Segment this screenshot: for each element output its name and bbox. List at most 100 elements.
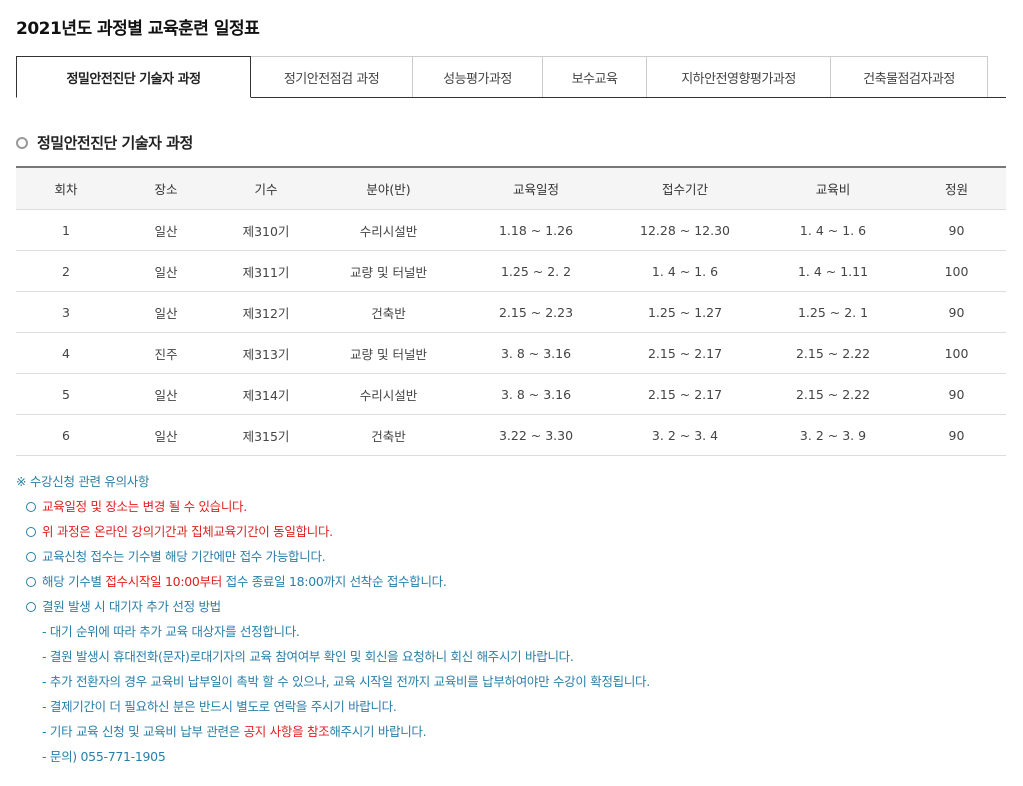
header-fee-period: 교육비 [759, 167, 907, 210]
cell-round: 6 [16, 414, 116, 456]
note-text: 접수 종료일 18:00까지 선착순 접수합니다. [221, 574, 447, 589]
cell-application-period: 2.15 ~ 2.17 [611, 332, 759, 374]
cell-capacity: 100 [907, 332, 1006, 374]
cell-round: 4 [16, 332, 116, 374]
header-cohort: 기수 [216, 167, 316, 210]
cell-location: 일산 [116, 373, 216, 415]
header-round: 회차 [16, 167, 116, 210]
cell-fee-period: 3. 2 ~ 3. 9 [759, 414, 907, 456]
cell-cohort: 제311기 [216, 250, 316, 292]
table-header-row: 회차 장소 기수 분야(반) 교육일정 접수기간 교육비 정원 [16, 167, 1006, 210]
cell-location: 일산 [116, 209, 216, 251]
cell-fee-period: 2.15 ~ 2.22 [759, 332, 907, 374]
note-item: 위 과정은 온라인 강의기간과 집체교육기간이 동일합니다. [16, 522, 650, 547]
table-row: 3 일산 제312기 건축반 2.15 ~ 2.23 1.25 ~ 1.27 1… [16, 291, 1006, 333]
table-row: 2 일산 제311기 교량 및 터널반 1.25 ~ 2. 2 1. 4 ~ 1… [16, 250, 1006, 292]
cell-training-dates: 2.15 ~ 2.23 [461, 291, 611, 333]
cell-application-period: 12.28 ~ 12.30 [611, 209, 759, 251]
header-training-dates: 교육일정 [461, 167, 611, 210]
cell-cohort: 제310기 [216, 209, 316, 251]
cell-field: 수리시설반 [316, 209, 461, 251]
cell-training-dates: 1.25 ~ 2. 2 [461, 250, 611, 292]
tab-precision-safety-diagnosis[interactable]: 정밀안전진단 기술자 과정 [16, 56, 251, 98]
page-title: 2021년도 과정별 교육훈련 일정표 [16, 19, 260, 39]
cell-round: 2 [16, 250, 116, 292]
note-subitem: - 대기 순위에 따라 추가 교육 대상자를 선정합니다. [42, 624, 300, 639]
cell-application-period: 2.15 ~ 2.17 [611, 373, 759, 415]
cell-field: 수리시설반 [316, 373, 461, 415]
cell-field: 건축반 [316, 291, 461, 333]
cell-capacity: 90 [907, 373, 1006, 415]
note-text: 해당 기수별 [42, 574, 106, 589]
note-text: 교육일정 및 장소는 변경 될 수 있습니다. [42, 499, 247, 514]
cell-application-period: 1.25 ~ 1.27 [611, 291, 759, 333]
note-text: - 기타 교육 신청 및 교육비 납부 관련은 [42, 724, 244, 739]
cell-cohort: 제313기 [216, 332, 316, 374]
header-application-period: 접수기간 [611, 167, 759, 210]
header-capacity: 정원 [907, 167, 1006, 210]
schedule-table: 회차 장소 기수 분야(반) 교육일정 접수기간 교육비 정원 1 일산 제31… [16, 166, 1006, 456]
cell-field: 교량 및 터널반 [316, 250, 461, 292]
tab-refresher-training[interactable]: 보수교육 [542, 56, 647, 97]
tab-building-inspector[interactable]: 건축물점검자과정 [830, 56, 988, 97]
cell-cohort: 제312기 [216, 291, 316, 333]
tab-performance-evaluation[interactable]: 성능평가과정 [412, 56, 543, 97]
circle-bullet-icon [26, 526, 36, 537]
circle-bullet-icon [26, 501, 36, 512]
cell-training-dates: 3.22 ~ 3.30 [461, 414, 611, 456]
cell-location: 일산 [116, 414, 216, 456]
note-text: 위 과정은 온라인 강의기간과 집체교육기간이 동일합니다. [42, 524, 333, 539]
cell-location: 일산 [116, 250, 216, 292]
note-item: 교육신청 접수는 기수별 해당 기간에만 접수 가능합니다. [16, 547, 650, 572]
cell-round: 5 [16, 373, 116, 415]
tab-underground-safety-impact[interactable]: 지하안전영향평가과정 [646, 56, 831, 97]
circle-bullet-icon [26, 551, 36, 562]
cell-application-period: 3. 2 ~ 3. 4 [611, 414, 759, 456]
note-text: 해주시기 바랍니다. [329, 724, 427, 739]
header-field: 분야(반) [316, 167, 461, 210]
cell-round: 1 [16, 209, 116, 251]
note-text: 교육신청 접수는 기수별 해당 기간에만 접수 가능합니다. [42, 549, 326, 564]
note-item: 결원 발생 시 대기자 추가 선정 방법 [16, 597, 650, 622]
table-row: 5 일산 제314기 수리시설반 3. 8 ~ 3.16 2.15 ~ 2.17… [16, 373, 1006, 415]
cell-fee-period: 1. 4 ~ 1.11 [759, 250, 907, 292]
table-row: 4 진주 제313기 교량 및 터널반 3. 8 ~ 3.16 2.15 ~ 2… [16, 332, 1006, 374]
table-row: 1 일산 제310기 수리시설반 1.18 ~ 1.26 12.28 ~ 12.… [16, 209, 1006, 251]
cell-training-dates: 1.18 ~ 1.26 [461, 209, 611, 251]
notes-heading: ※ 수강신청 관련 유의사항 [16, 474, 150, 489]
note-subitem: - 기타 교육 신청 및 교육비 납부 관련은 공지 사항을 참조해주시기 바랍… [16, 722, 650, 747]
cell-field: 교량 및 터널반 [316, 332, 461, 374]
section-title: 정밀안전진단 기술자 과정 [16, 132, 193, 153]
cell-round: 3 [16, 291, 116, 333]
cell-capacity: 90 [907, 209, 1006, 251]
table-row: 6 일산 제315기 건축반 3.22 ~ 3.30 3. 2 ~ 3. 4 3… [16, 414, 1006, 456]
cell-fee-period: 1. 4 ~ 1. 6 [759, 209, 907, 251]
note-text: 결원 발생 시 대기자 추가 선정 방법 [42, 599, 221, 614]
cell-capacity: 90 [907, 291, 1006, 333]
cell-capacity: 90 [907, 414, 1006, 456]
cell-capacity: 100 [907, 250, 1006, 292]
circle-bullet-icon [26, 601, 36, 612]
course-tabs: 정밀안전진단 기술자 과정 정기안전점검 과정 성능평가과정 보수교육 지하안전… [16, 56, 1006, 98]
note-item: 해당 기수별 접수시작일 10:00부터 접수 종료일 18:00까지 선착순 … [16, 572, 650, 597]
cell-application-period: 1. 4 ~ 1. 6 [611, 250, 759, 292]
cell-training-dates: 3. 8 ~ 3.16 [461, 332, 611, 374]
tab-regular-safety-inspection[interactable]: 정기안전점검 과정 [250, 56, 413, 97]
cell-training-dates: 3. 8 ~ 3.16 [461, 373, 611, 415]
section-title-text: 정밀안전진단 기술자 과정 [37, 134, 193, 152]
note-item: 교육일정 및 장소는 변경 될 수 있습니다. [16, 497, 650, 522]
circle-bullet-icon [26, 576, 36, 587]
note-highlight: 접수시작일 10:00부터 [105, 574, 222, 589]
cell-location: 일산 [116, 291, 216, 333]
cell-field: 건축반 [316, 414, 461, 456]
cell-location: 진주 [116, 332, 216, 374]
note-highlight: 공지 사항을 참조 [243, 724, 330, 739]
note-subitem: - 결제기간이 더 필요하신 분은 반드시 별도로 연락을 주시기 바랍니다. [42, 699, 397, 714]
cell-cohort: 제315기 [216, 414, 316, 456]
note-contact: - 문의) 055-771-1905 [42, 749, 166, 764]
header-location: 장소 [116, 167, 216, 210]
note-subitem: - 결원 발생시 휴대전화(문자)로대기자의 교육 참여여부 확인 및 회신을 … [42, 649, 574, 664]
cell-fee-period: 1.25 ~ 2. 1 [759, 291, 907, 333]
registration-notes: ※ 수강신청 관련 유의사항 교육일정 및 장소는 변경 될 수 있습니다. 위… [16, 472, 650, 772]
cell-cohort: 제314기 [216, 373, 316, 415]
